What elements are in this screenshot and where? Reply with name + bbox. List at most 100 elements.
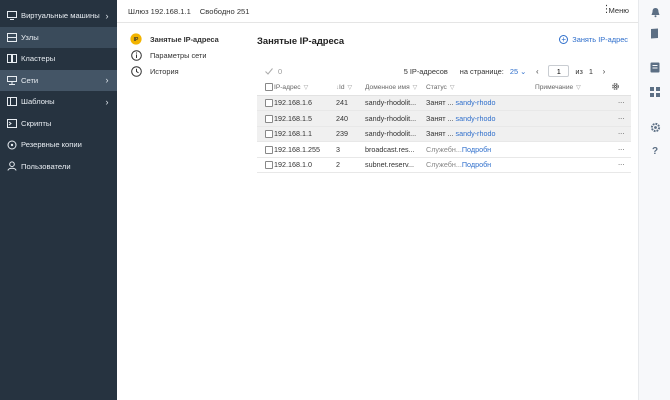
prev-page-button[interactable]: ‹ — [532, 66, 542, 76]
row-checkbox[interactable] — [265, 114, 273, 123]
occupy-ip-button[interactable]: + Занять IP-адрес — [559, 35, 628, 44]
row-checkbox[interactable] — [265, 130, 273, 139]
cell-status: Занят ... sandy-rhodo — [426, 95, 501, 111]
sidebar-item-vms[interactable]: Виртуальные машины › — [0, 5, 117, 27]
pagination: 5 IP-адресов на странице: 25 ⌄ ‹ из 1 › — [404, 65, 609, 77]
table-row[interactable]: 192.168.1.5 240 sandy-rhodolit... Занят … — [257, 110, 631, 127]
settings-icon[interactable] — [649, 121, 661, 133]
cell-domain: sandy-rhodolit... — [365, 126, 426, 142]
table-header-row: IP-адрес ▽ ↓Id ▽ Доменное имя ▽ Статус ▽ При… — [257, 80, 631, 96]
table-row[interactable]: 192.168.1.6 241 sandy-rhodolit... Занят … — [257, 95, 631, 111]
table-row[interactable]: 192.168.1.255 3 broadcast.res... Служебн… — [257, 141, 631, 158]
sidebar-item-backups[interactable]: Резервные копии — [0, 134, 117, 156]
backup-icon — [6, 139, 17, 150]
sidebar-item-label: Скрипты — [21, 118, 52, 128]
cell-note — [501, 95, 611, 111]
status-text: Служебн... — [426, 160, 462, 170]
cell-note — [501, 157, 611, 173]
cell-ip: 192.168.1.255 — [274, 141, 336, 158]
table-row[interactable]: 192.168.1.0 2 subnet.reserv... Служебн..… — [257, 157, 631, 173]
filter-icon[interactable]: ▽ — [413, 85, 418, 91]
status-link[interactable]: sandy-rhodo — [455, 114, 495, 123]
free-count-label: Свободно 251 — [199, 6, 250, 16]
sidebar-item-label: Резервные копии — [21, 140, 82, 150]
sidebar-item-nodes[interactable]: Узлы — [0, 26, 117, 48]
filter-icon[interactable]: ▽ — [304, 85, 309, 91]
status-text: Занят ... — [426, 113, 454, 123]
total-count: 5 IP-адресов — [403, 66, 448, 76]
check-icon — [265, 67, 273, 75]
subnav-item-network-params[interactable]: Параметры сети — [125, 47, 240, 63]
per-page-select[interactable]: 25 ⌄ — [510, 67, 527, 76]
column-settings-button[interactable] — [611, 80, 631, 96]
sidebar-item-label: Сети — [21, 75, 39, 85]
table-row[interactable]: 192.168.1.1 239 sandy-rhodolit... Занят … — [257, 126, 631, 142]
row-menu-button[interactable]: ··· — [611, 126, 631, 142]
filter-icon[interactable]: ▽ — [348, 85, 353, 91]
total-pages: 1 — [588, 66, 593, 76]
column-header-note[interactable]: Примечание ▽ — [501, 80, 611, 96]
cell-status: Занят ... sandy-rhodo — [426, 110, 501, 127]
sidebar-item-networks[interactable]: Сети › — [0, 69, 117, 91]
sidebar-item-label: Шаблоны — [21, 97, 55, 107]
help-icon[interactable]: ? — [649, 145, 661, 157]
sidebar-item-clusters[interactable]: Кластеры — [0, 48, 117, 70]
sidebar-item-scripts[interactable]: Скрипты — [0, 113, 117, 135]
cell-domain: sandy-rhodolit... — [365, 95, 426, 111]
cell-note — [501, 126, 611, 142]
row-menu-button[interactable]: ··· — [611, 141, 631, 158]
row-checkbox[interactable] — [265, 161, 273, 170]
gear-icon — [612, 82, 619, 90]
selected-count: 0 — [278, 66, 283, 76]
sidebar-item-label: Узлы — [21, 32, 39, 42]
status-link[interactable]: sandy-rhodo — [455, 129, 495, 138]
chevron-down-icon: ⌄ — [520, 66, 527, 76]
subnav-item-label: История — [150, 66, 179, 76]
cell-ip: 192.168.1.5 — [274, 110, 336, 127]
status-link[interactable]: sandy-rhodo — [455, 98, 495, 107]
menu-button[interactable]: Меню — [601, 4, 629, 16]
column-header-domain[interactable]: Доменное имя ▽ — [365, 80, 426, 96]
row-menu-button[interactable]: ··· — [611, 110, 631, 127]
history-icon — [130, 65, 142, 77]
template-icon — [6, 96, 17, 107]
right-rail: ? — [638, 0, 670, 400]
grid-icon[interactable] — [649, 86, 661, 98]
sidebar-item-templates[interactable]: Шаблоны › — [0, 91, 117, 113]
column-header-ip[interactable]: IP-адрес ▽ — [274, 80, 336, 96]
column-header-id[interactable]: ↓Id ▽ — [336, 80, 365, 96]
script-icon — [6, 118, 17, 129]
subnav-item-history[interactable]: История — [125, 63, 240, 79]
sidebar-item-label: Виртуальные машины — [21, 11, 100, 21]
sidebar-item-users[interactable]: Пользователи — [0, 156, 117, 178]
ip-icon: IP — [130, 33, 142, 45]
monitor-icon — [6, 10, 17, 21]
filter-icon[interactable]: ▽ — [576, 85, 581, 91]
page-number-input[interactable] — [548, 65, 570, 77]
select-all-checkbox[interactable] — [265, 83, 273, 92]
column-header-status[interactable]: Статус ▽ — [426, 80, 501, 96]
filter-icon[interactable]: ▽ — [450, 85, 455, 91]
subnav-item-occupied-ips[interactable]: IP Занятые IP-адреса — [125, 31, 240, 47]
row-menu-button[interactable]: ··· — [611, 95, 631, 111]
cell-ip: 192.168.1.6 — [274, 95, 336, 111]
row-menu-button[interactable]: ··· — [611, 157, 631, 173]
status-link[interactable]: Подробн — [462, 160, 491, 169]
row-checkbox[interactable] — [265, 145, 273, 154]
notification-icon[interactable] — [649, 6, 661, 18]
row-checkbox[interactable] — [265, 99, 273, 108]
cell-status: Служебн...Подробн — [426, 157, 501, 173]
header-select-all[interactable] — [257, 80, 274, 96]
column-label: IP-адрес — [274, 83, 301, 91]
status-link[interactable]: Подробн — [462, 145, 491, 154]
of-label: из — [575, 66, 583, 76]
per-page-value: 25 — [509, 66, 519, 76]
book-icon[interactable] — [649, 27, 661, 39]
column-label: Доменное имя — [365, 83, 410, 91]
cell-id: 239 — [336, 126, 365, 142]
next-page-button[interactable]: › — [599, 66, 609, 76]
status-text: Занят ... — [426, 98, 454, 108]
list-icon[interactable] — [649, 61, 661, 73]
top-bar: Шлюз 192.168.1.1 Свободно 251 Меню — [117, 0, 638, 23]
column-label: Статус — [426, 83, 447, 91]
